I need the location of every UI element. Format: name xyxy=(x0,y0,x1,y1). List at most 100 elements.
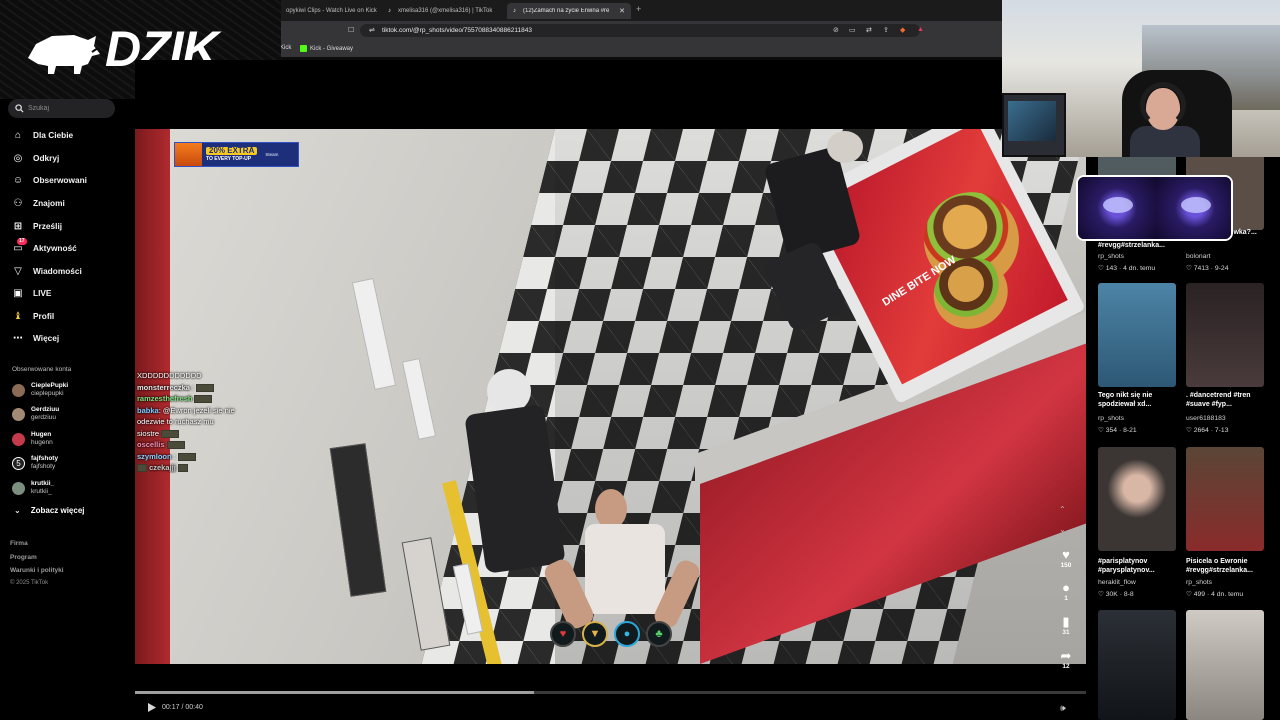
video-meta: ♡ 354 · 8-21 xyxy=(1098,427,1137,434)
translate-icon[interactable]: ⇄ xyxy=(866,26,872,34)
video-author: heraklit_flow xyxy=(1098,579,1136,586)
video-player[interactable]: DINE BITE NOW 20% EXTRA TO EVERY TOP-UP … xyxy=(135,129,1086,664)
brave-rewards-icon[interactable]: ▲ xyxy=(917,26,924,33)
site-settings-icon[interactable]: ⇌ xyxy=(369,26,375,34)
video-title: #parisplatynov #parysplatynov... xyxy=(1098,558,1155,574)
bookmark-button[interactable]: ▮ 31 xyxy=(1056,615,1076,637)
nav-for-you[interactable]: ⌂ Dla Ciebie xyxy=(12,128,73,142)
chat-message: ramzesthefresh xyxy=(137,393,267,405)
search-input[interactable] xyxy=(28,99,112,118)
nav-label: Więcej xyxy=(33,333,60,343)
video-thumbnail xyxy=(1098,447,1176,551)
brave-shield-icon[interactable]: ◆ xyxy=(900,26,905,34)
followed-account[interactable]: 5 fajfshoty fajfshoty xyxy=(12,453,58,473)
nav-friends[interactable]: ⚇ Znajomi xyxy=(12,196,65,210)
account-handle: fajfshoty xyxy=(31,463,56,470)
chat-username: szymloon xyxy=(137,451,172,461)
chevron-down-icon[interactable]: ⌄ xyxy=(1059,525,1066,534)
volume-icon[interactable]: 🕪 xyxy=(1060,703,1066,714)
heart-icon: ♡ xyxy=(1098,591,1104,598)
extension-icon[interactable]: ⊘ xyxy=(833,26,839,34)
video-title: #revgg#strzelanka... xyxy=(1098,242,1165,249)
play-icon[interactable] xyxy=(147,702,157,713)
notification-badge: 17 xyxy=(17,238,27,245)
browser-tab-bar: opykiwi Clips - Watch Live on Kick ♪ xme… xyxy=(280,0,1002,21)
account-handle: hugenn xyxy=(31,439,53,446)
see-more-button[interactable]: ⌄ Zobacz więcej xyxy=(14,506,85,515)
heart-icon: ♡ xyxy=(1098,427,1104,434)
nav-messages[interactable]: ▽ Wiadomości xyxy=(12,264,82,278)
emote-icon xyxy=(196,383,215,392)
chat-username: monsterreczka xyxy=(137,382,190,392)
streamer-webcam xyxy=(1002,0,1280,157)
video-time: 00:17 / 00:40 xyxy=(162,704,203,711)
browser-tab-active[interactable]: ♪ (12)Zamach na życie Erwina #re ✕ xyxy=(507,3,631,19)
bookmark-kick[interactable]: Kick xyxy=(280,45,291,51)
live-icon: ▣ xyxy=(13,287,23,299)
address-bar: ☐ ⇌ tiktok.com/@rp_shots/video/755708834… xyxy=(280,21,1002,40)
top-up-promo-badge: 20% EXTRA TO EVERY TOP-UP Steam xyxy=(174,142,299,167)
like-button[interactable]: ♥ 150 xyxy=(1056,548,1076,570)
share-button[interactable]: ➦ 12 xyxy=(1056,648,1076,671)
video-letterbox xyxy=(135,60,1086,129)
new-tab-button[interactable]: + xyxy=(636,4,641,14)
thirst-icon: ● xyxy=(614,621,640,647)
tiktok-sidebar: ⌂ Dla Ciebie ◎ Odkryj ☺ Obserwowani ⚇ Zn… xyxy=(0,99,135,720)
share-page-icon[interactable]: ⇪ xyxy=(883,26,889,34)
video-meta: ♡ 2664 · 7-13 xyxy=(1186,427,1229,434)
health-icon: ♥ xyxy=(550,621,576,647)
bookmark-kick-giveaway[interactable]: Kick - Giveaway xyxy=(300,45,353,52)
nav-live[interactable]: ▣ LIVE xyxy=(12,286,51,300)
followed-account[interactable]: krutkii_ krutkii_ xyxy=(12,478,54,498)
followed-account[interactable]: Gerdziuu gerdziuu xyxy=(12,404,59,424)
nav-activity[interactable]: ▭ 17 Aktywność xyxy=(12,238,77,255)
like-count: 150 xyxy=(1060,562,1072,569)
nav-profile[interactable]: ♝ Profil xyxy=(12,309,55,323)
footer-link-company[interactable]: Firma xyxy=(10,540,28,547)
followed-account[interactable]: Hugen hugenn xyxy=(12,429,53,449)
browser-tab[interactable]: opykiwi Clips - Watch Live on Kick xyxy=(280,3,380,19)
promo-icon xyxy=(175,143,202,166)
chat-message: czekajjj xyxy=(137,462,267,474)
emote-icon xyxy=(137,464,147,473)
avatar xyxy=(12,432,25,446)
video-thumbnail xyxy=(1186,283,1264,387)
footer-link-program[interactable]: Program xyxy=(10,554,37,561)
video-thumbnail xyxy=(1098,610,1176,720)
video-thumbnail xyxy=(1186,610,1264,720)
friends-icon: ⚇ xyxy=(13,197,23,209)
search-box[interactable] xyxy=(8,99,115,118)
bookmark-star-icon[interactable]: ☐ xyxy=(348,26,354,34)
nav-label: Prześlij xyxy=(33,221,63,231)
nav-label: Profil xyxy=(33,311,55,321)
share-icon: ➦ xyxy=(1060,648,1072,663)
chevron-up-icon[interactable]: ⌃ xyxy=(1059,505,1066,514)
comment-button[interactable]: ● 1 xyxy=(1056,581,1076,603)
browser-tab[interactable]: ♪ xmelisa316 (@xmelisa316) | TikTok xyxy=(382,3,504,19)
promo-subtitle: TO EVERY TOP-UP xyxy=(206,155,252,162)
account-name: Gerdziuu xyxy=(31,406,60,413)
character-head xyxy=(827,131,863,163)
share-count: 12 xyxy=(1062,663,1070,670)
chat-text: siostre xyxy=(137,428,160,438)
profile-icon: ♝ xyxy=(13,310,23,322)
tiktok-icon: ♪ xyxy=(513,7,516,14)
followed-account[interactable]: CieplePupki cieplepupki xyxy=(12,380,68,400)
footer-link-terms[interactable]: Warunki i polityki xyxy=(10,567,64,574)
account-name: CieplePupki xyxy=(31,382,69,389)
nav-explore[interactable]: ◎ Odkryj xyxy=(12,151,60,165)
video-progress-fill xyxy=(135,691,535,694)
nav-label: Obserwowani xyxy=(33,175,87,185)
character-head xyxy=(595,489,627,529)
cast-icon[interactable]: ▭ xyxy=(849,26,856,34)
nav-following[interactable]: ☺ Obserwowani xyxy=(12,173,87,187)
nav-label: Odkryj xyxy=(33,153,60,163)
nav-more[interactable]: ⋯ Więcej xyxy=(12,331,59,345)
account-handle: krutkii_ xyxy=(31,488,52,495)
close-tab-icon[interactable]: ✕ xyxy=(619,7,625,15)
video-meta: ♡ 143 · 4 dn. temu xyxy=(1098,265,1156,272)
video-progress-bar[interactable] xyxy=(135,691,1086,694)
video-hover-preview[interactable] xyxy=(1076,175,1233,241)
nav-upload[interactable]: ⊞ Prześlij xyxy=(12,219,62,233)
heart-icon: ♡ xyxy=(1186,427,1192,434)
